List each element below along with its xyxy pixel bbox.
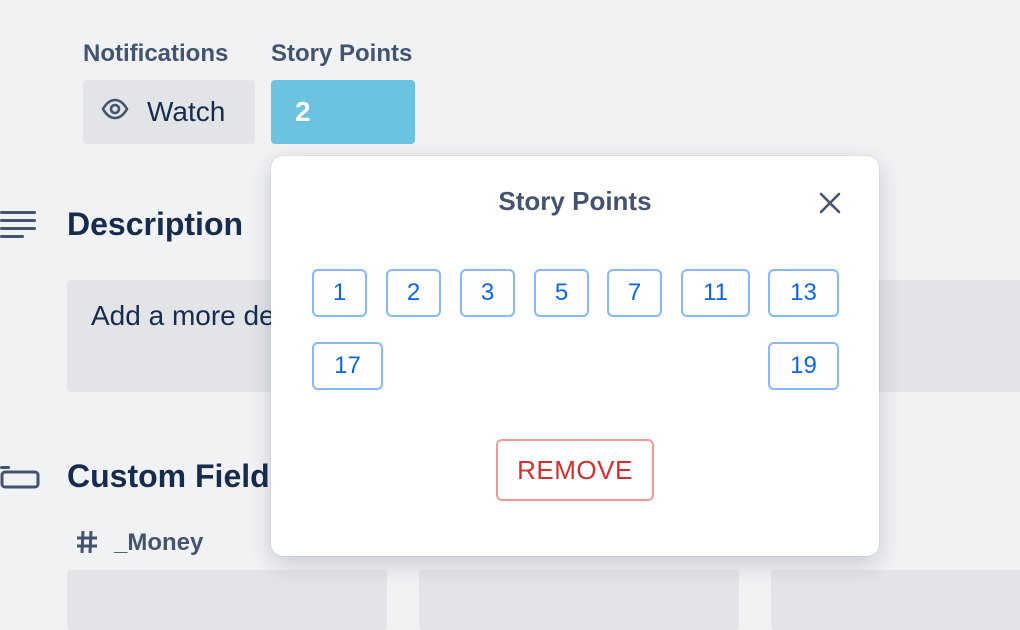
custom-fields-heading: Custom Fields (67, 458, 288, 494)
story-point-option-7[interactable]: 7 (607, 269, 662, 317)
close-button[interactable] (813, 188, 847, 222)
popover-title: Story Points (498, 186, 652, 216)
story-point-option-11[interactable]: 11 (681, 269, 750, 317)
story-point-option-13[interactable]: 13 (768, 269, 839, 317)
watch-button-label: Watch (147, 96, 226, 127)
story-point-option-3[interactable]: 3 (460, 269, 515, 317)
custom-field-input[interactable] (771, 570, 1020, 630)
hash-icon (75, 529, 99, 560)
eye-icon (101, 95, 147, 130)
story-points-label: Story Points (271, 40, 413, 67)
field-card-icon (0, 463, 40, 496)
story-points-button[interactable]: 2 (271, 80, 415, 144)
custom-field-input[interactable] (67, 570, 387, 630)
notifications-label: Notifications (83, 40, 229, 67)
story-points-value: 2 (295, 96, 311, 127)
story-point-option-2[interactable]: 2 (386, 269, 441, 317)
story-point-option-1[interactable]: 1 (312, 269, 367, 317)
close-icon (819, 192, 841, 219)
description-heading: Description (67, 206, 244, 242)
money-field-label: _Money (114, 529, 204, 556)
story-point-option-17[interactable]: 17 (312, 342, 383, 390)
story-points-popover: Story Points 1 2 3 5 7 11 13 17 19 REMOV… (271, 156, 879, 556)
story-point-option-5[interactable]: 5 (534, 269, 589, 317)
text-lines-icon (0, 209, 38, 244)
description-placeholder: Add a more de (91, 300, 275, 331)
remove-button[interactable]: REMOVE (496, 439, 654, 501)
custom-field-input[interactable] (419, 570, 739, 630)
watch-button[interactable]: Watch (83, 80, 255, 144)
story-point-option-19[interactable]: 19 (768, 342, 839, 390)
